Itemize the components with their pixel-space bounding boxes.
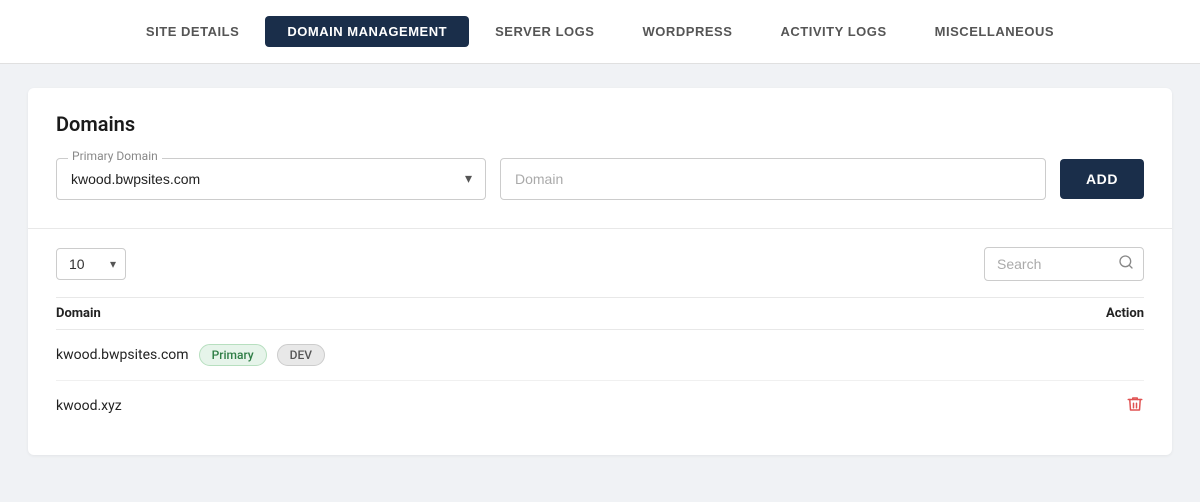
domain-text-input[interactable] xyxy=(500,158,1046,200)
nav-tab-activity-logs[interactable]: ACTIVITY LOGS xyxy=(758,16,908,47)
col-action-header: Action xyxy=(1106,306,1144,321)
nav-tab-domain-management[interactable]: DOMAIN MANAGEMENT xyxy=(265,16,469,47)
badge-primary: Primary xyxy=(199,344,267,366)
nav-tab-wordpress[interactable]: WORDPRESS xyxy=(621,16,755,47)
section-divider xyxy=(28,228,1172,229)
nav-tab-site-details[interactable]: SITE DETAILS xyxy=(124,16,261,47)
search-wrapper xyxy=(984,247,1144,281)
top-navigation: SITE DETAILSDOMAIN MANAGEMENTSERVER LOGS… xyxy=(0,0,1200,64)
table-header-row: Domain Action xyxy=(56,297,1144,330)
domain-input-row: Primary Domain kwood.bwpsites.com ▾ ADD xyxy=(56,158,1144,200)
delete-icon[interactable] xyxy=(1126,395,1144,417)
nav-tab-miscellaneous[interactable]: MISCELLANEOUS xyxy=(913,16,1076,47)
domain-name: kwood.xyz xyxy=(56,398,122,414)
domain-cell: kwood.bwpsites.com Primary DEV xyxy=(56,344,325,366)
search-input[interactable] xyxy=(984,247,1144,281)
badge-dev: DEV xyxy=(277,344,325,366)
action-cell xyxy=(1126,395,1144,417)
domain-cell: kwood.xyz xyxy=(56,398,122,414)
table-row: kwood.bwpsites.com Primary DEV xyxy=(56,330,1144,381)
nav-tab-server-logs[interactable]: SERVER LOGS xyxy=(473,16,616,47)
col-domain-header: Domain xyxy=(56,306,101,321)
table-row: kwood.xyz xyxy=(56,381,1144,431)
per-page-wrapper: 102550100 ▾ xyxy=(56,248,126,280)
domain-name: kwood.bwpsites.com xyxy=(56,347,189,363)
per-page-select[interactable]: 102550100 xyxy=(56,248,126,280)
add-domain-button[interactable]: ADD xyxy=(1060,159,1144,199)
main-content: Domains Primary Domain kwood.bwpsites.co… xyxy=(0,64,1200,502)
card-title: Domains xyxy=(56,112,1144,136)
primary-domain-select[interactable]: kwood.bwpsites.com xyxy=(56,158,486,200)
table-body: kwood.bwpsites.com Primary DEV kwood.xyz xyxy=(56,330,1144,431)
controls-row: 102550100 ▾ xyxy=(56,247,1144,281)
domains-card: Domains Primary Domain kwood.bwpsites.co… xyxy=(28,88,1172,455)
primary-domain-wrapper: Primary Domain kwood.bwpsites.com ▾ xyxy=(56,158,486,200)
